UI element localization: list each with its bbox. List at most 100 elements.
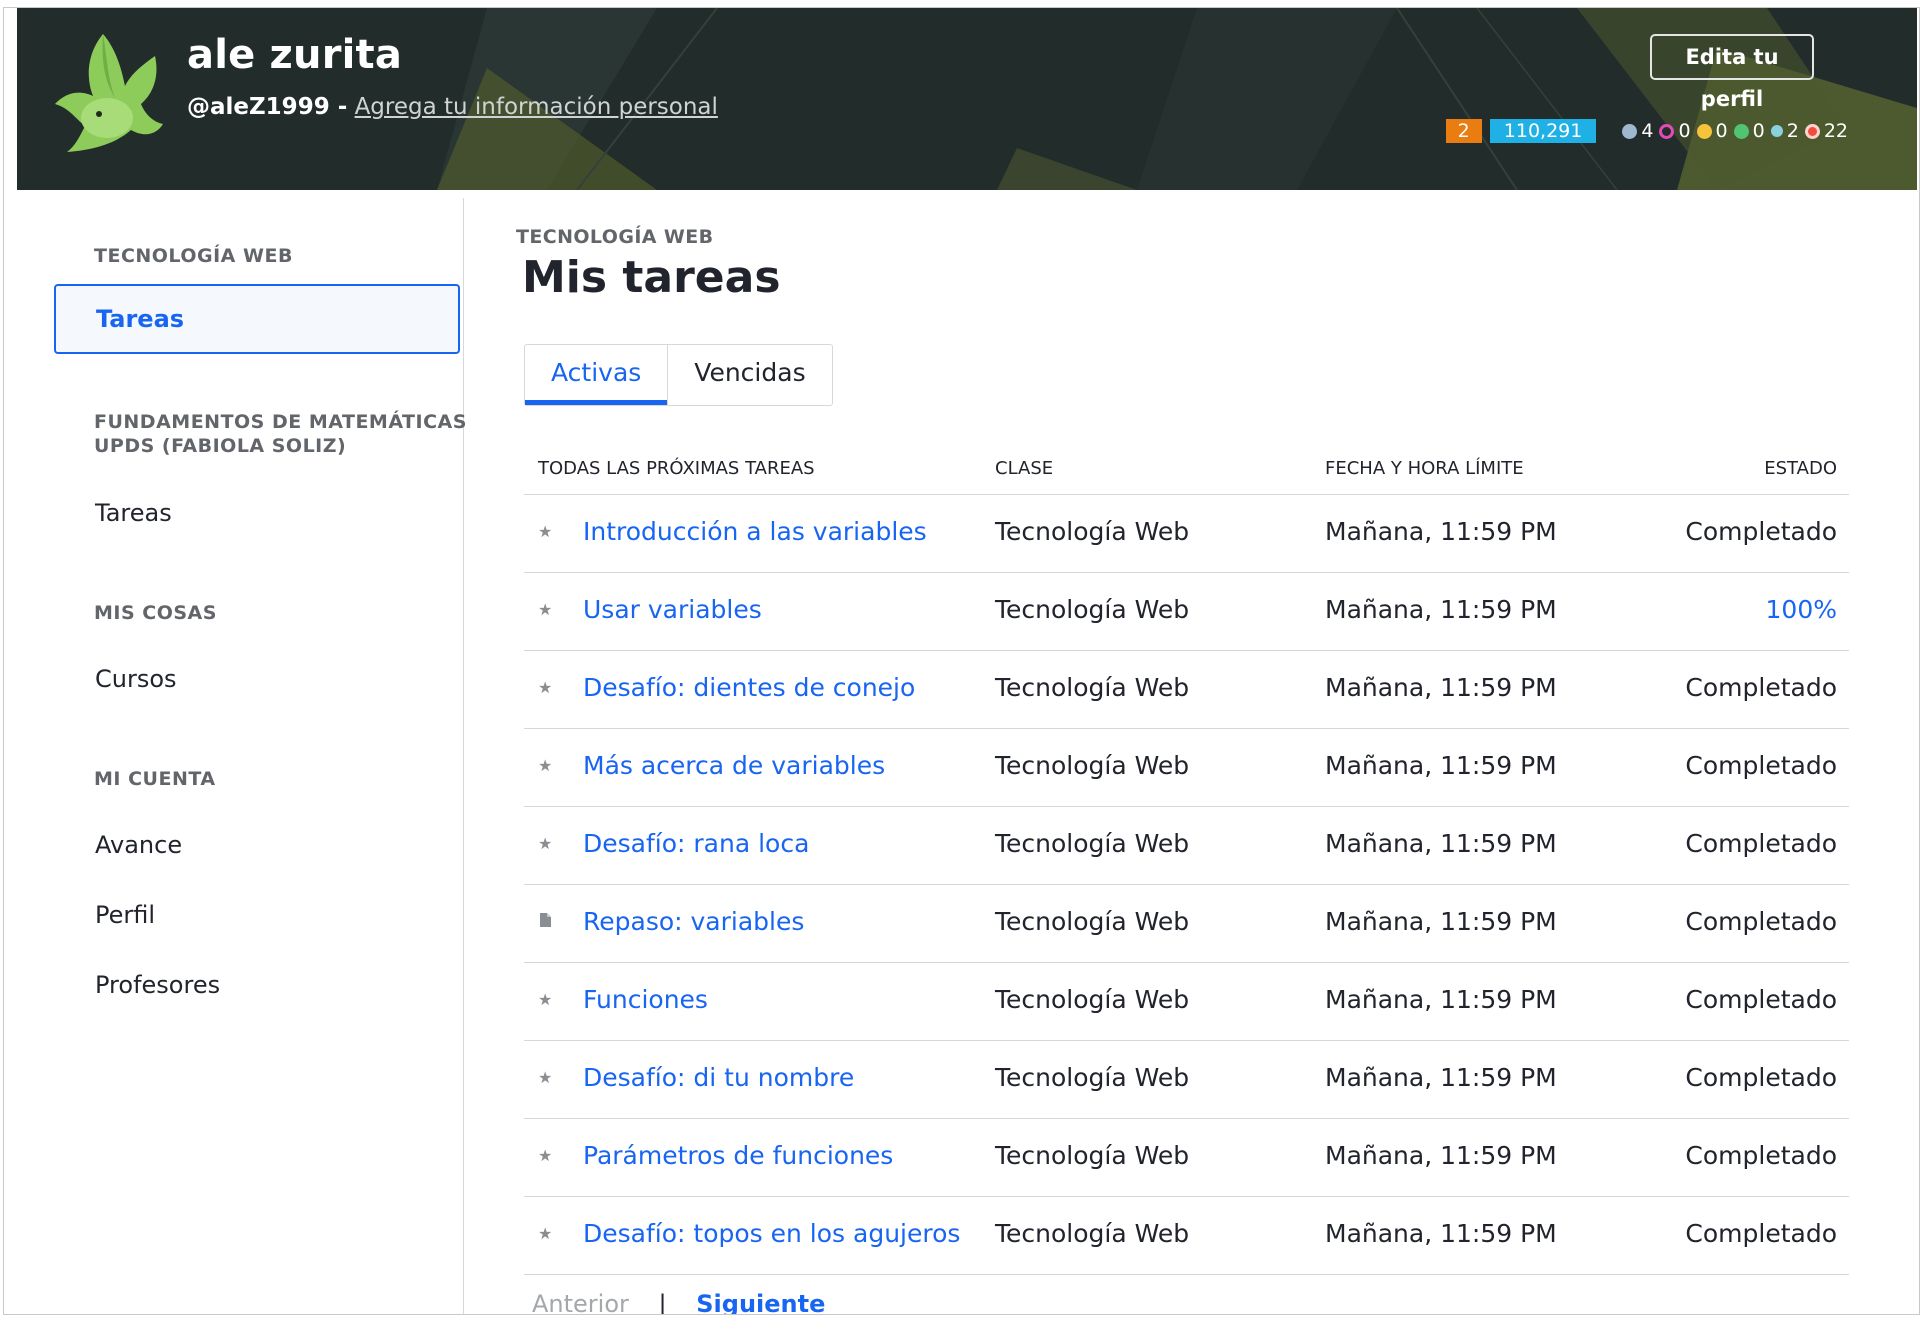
meteorite-badges[interactable]: 4 [1622, 120, 1653, 142]
column-header-task: TODAS LAS PRÓXIMAS TAREAS [538, 458, 815, 479]
due-date: Mañana, 11:59 PM [1325, 907, 1557, 936]
challenge-patch-count: 22 [1823, 120, 1848, 142]
challenge-patch-icon [1804, 123, 1820, 139]
class-name: Tecnología Web [995, 517, 1190, 546]
sidebar-heading-mis-cosas: MIS COSAS [94, 602, 217, 624]
assignments-table: TODAS LAS PRÓXIMAS TAREAS CLASE FECHA Y … [524, 448, 1849, 1275]
sidebar-heading-tecnologia-web: TECNOLOGÍA WEB [94, 245, 293, 267]
status-text: Completado [1685, 907, 1837, 936]
assignment-link[interactable]: Desafío: di tu nombre [583, 1063, 854, 1092]
sidebar-heading-mi-cuenta: MI CUENTA [94, 768, 216, 790]
streak-count[interactable]: 2 [1445, 119, 1482, 143]
star-icon: ★ [538, 1146, 553, 1165]
black-hole-badges[interactable]: 2 [1770, 120, 1799, 142]
class-name: Tecnología Web [995, 985, 1190, 1014]
column-header-due: FECHA Y HORA LÍMITE [1325, 458, 1524, 479]
table-row: Repaso: variables Tecnología Web Mañana,… [524, 885, 1849, 963]
pagination-separator: | [658, 1290, 667, 1315]
star-icon: ★ [538, 678, 553, 697]
class-name: Tecnología Web [995, 1141, 1190, 1170]
previous-page-button: Anterior [532, 1290, 629, 1315]
sidebar-item-avance[interactable]: Avance [95, 831, 182, 859]
black-hole-badge-count: 2 [1786, 120, 1799, 142]
due-date: Mañana, 11:59 PM [1325, 829, 1557, 858]
assignment-link[interactable]: Desafío: rana loca [583, 829, 809, 858]
energy-points[interactable]: 110,291 [1489, 119, 1597, 143]
sidebar-heading-fundamentos: FUNDAMENTOS DE MATEMÁTICAS UPDS (FABIOLA… [94, 411, 467, 457]
challenge-patches[interactable]: 22 [1804, 120, 1848, 142]
star-icon: ★ [538, 756, 553, 775]
due-date: Mañana, 11:59 PM [1325, 1063, 1557, 1092]
edit-profile-button[interactable]: Edita tu perfil [1650, 34, 1814, 111]
status-text: Completado [1685, 985, 1837, 1014]
user-name: ale zurita [187, 32, 403, 78]
column-header-status: ESTADO [1764, 458, 1837, 479]
page-title: Mis tareas [522, 252, 781, 303]
assignment-link[interactable]: Introducción a las variables [583, 517, 927, 546]
next-page-button[interactable]: Siguiente [696, 1290, 825, 1314]
moon-badge-count: 0 [1678, 120, 1691, 142]
status-text: Completado [1685, 673, 1837, 702]
status-text: Completado [1685, 1063, 1837, 1092]
meteorite-badge-count: 4 [1641, 120, 1654, 142]
sidebar-item-tareas-tecnologia-web[interactable]: Tareas [54, 284, 460, 354]
sidebar-item-tareas-fundamentos[interactable]: Tareas [95, 499, 172, 527]
moon-badge-icon [1659, 123, 1675, 139]
table-row: ★ Parámetros de funciones Tecnología Web… [524, 1119, 1849, 1197]
status-text: Completado [1685, 751, 1837, 780]
assignment-link[interactable]: Parámetros de funciones [583, 1141, 893, 1170]
add-personal-info-link[interactable]: Agrega tu información personal [355, 94, 718, 120]
due-date: Mañana, 11:59 PM [1325, 517, 1557, 546]
sidebar-item-perfil[interactable]: Perfil [95, 901, 155, 929]
assignment-link[interactable]: Más acerca de variables [583, 751, 885, 780]
leafers-avatar[interactable] [45, 26, 165, 154]
user-subtitle: @aleZ1999 - Agrega tu información person… [187, 94, 718, 120]
document-icon [538, 912, 552, 931]
app-frame: ale zurita @aleZ1999 - Agrega tu informa… [3, 7, 1920, 1315]
class-name: Tecnología Web [995, 829, 1190, 858]
tab-activas[interactable]: Activas [525, 345, 668, 405]
assignment-link[interactable]: Usar variables [583, 595, 762, 624]
due-date: Mañana, 11:59 PM [1325, 1219, 1557, 1248]
table-row: ★ Desafío: di tu nombre Tecnología Web M… [524, 1041, 1849, 1119]
table-row: ★ Desafío: topos en los agujeros Tecnolo… [524, 1197, 1849, 1275]
column-header-class: CLASE [995, 458, 1054, 479]
status-text: Completado [1685, 1219, 1837, 1248]
due-date: Mañana, 11:59 PM [1325, 1141, 1557, 1170]
table-row: ★ Desafío: dientes de conejo Tecnología … [524, 651, 1849, 729]
sun-badge-icon [1733, 123, 1749, 139]
pagination: Anterior | Siguiente [532, 1290, 825, 1315]
assignment-link[interactable]: Desafío: dientes de conejo [583, 673, 915, 702]
star-icon: ★ [538, 1224, 553, 1243]
status-text: Completado [1685, 829, 1837, 858]
star-icon: ★ [538, 522, 553, 541]
sun-badges[interactable]: 0 [1733, 120, 1765, 142]
assignment-tabs: Activas Vencidas [524, 344, 833, 406]
sidebar-item-cursos[interactable]: Cursos [95, 665, 177, 693]
meteorite-badge-icon [1622, 123, 1638, 139]
status-score-link[interactable]: 100% [1766, 595, 1837, 624]
earth-badge-icon [1696, 123, 1712, 139]
sidebar [4, 198, 464, 1314]
star-icon: ★ [538, 834, 553, 853]
table-header: TODAS LAS PRÓXIMAS TAREAS CLASE FECHA Y … [524, 448, 1849, 495]
earth-badges[interactable]: 0 [1696, 120, 1728, 142]
table-row: ★ Desafío: rana loca Tecnología Web Maña… [524, 807, 1849, 885]
assignment-link[interactable]: Desafío: topos en los agujeros [583, 1219, 960, 1248]
black-hole-badge-icon [1770, 125, 1783, 137]
username-handle: @aleZ1999 - [187, 94, 348, 120]
class-name: Tecnología Web [995, 907, 1190, 936]
moon-badges[interactable]: 0 [1659, 120, 1691, 142]
status-text: Completado [1685, 1141, 1837, 1170]
table-row: ★ Usar variables Tecnología Web Mañana, … [524, 573, 1849, 651]
class-name: Tecnología Web [995, 1219, 1190, 1248]
assignment-link[interactable]: Repaso: variables [583, 907, 804, 936]
due-date: Mañana, 11:59 PM [1325, 985, 1557, 1014]
sidebar-item-profesores[interactable]: Profesores [95, 971, 220, 999]
star-icon: ★ [538, 1068, 553, 1087]
breadcrumb[interactable]: TECNOLOGÍA WEB [516, 226, 714, 248]
tab-vencidas[interactable]: Vencidas [667, 345, 831, 405]
class-name: Tecnología Web [995, 1063, 1190, 1092]
assignment-link[interactable]: Funciones [583, 985, 708, 1014]
earth-badge-count: 0 [1715, 120, 1728, 142]
